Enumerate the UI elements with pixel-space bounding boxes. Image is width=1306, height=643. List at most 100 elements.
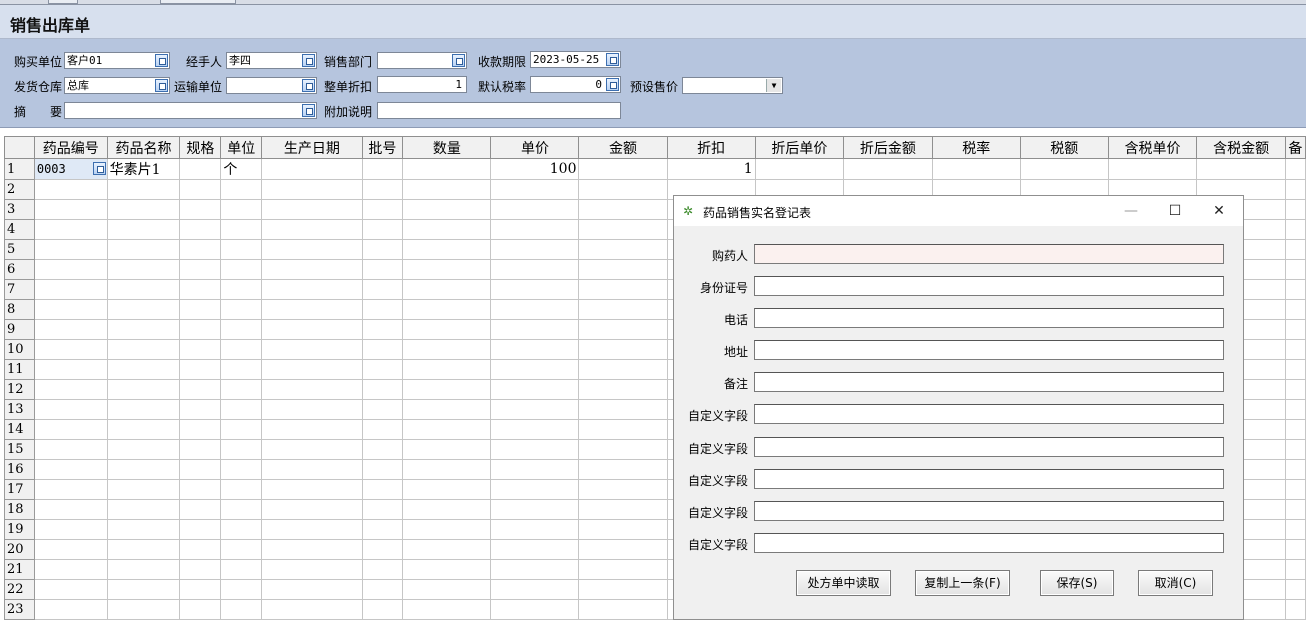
grid-cell[interactable]	[33, 179, 108, 200]
grid-cell[interactable]	[402, 399, 492, 420]
column-header[interactable]: 数量	[402, 136, 492, 159]
grid-cell[interactable]	[402, 219, 492, 240]
carrier-field[interactable]	[226, 77, 317, 94]
grid-cell[interactable]	[1284, 239, 1306, 260]
grid-cell[interactable]	[106, 599, 181, 620]
column-header[interactable]: 折扣	[666, 136, 756, 159]
grid-cell[interactable]	[261, 419, 363, 440]
grid-cell[interactable]	[220, 499, 263, 520]
grid-cell[interactable]	[1284, 399, 1306, 420]
grid-cell[interactable]	[220, 399, 263, 420]
grid-cell[interactable]	[179, 479, 222, 500]
grid-cell[interactable]	[578, 599, 668, 620]
grid-cell[interactable]	[578, 259, 668, 280]
grid-cell[interactable]	[220, 379, 263, 400]
grid-cell[interactable]	[261, 539, 363, 560]
grid-cell[interactable]	[578, 359, 668, 380]
grid-cell[interactable]	[361, 299, 404, 320]
column-header[interactable]: 税率	[931, 136, 1021, 159]
field-input[interactable]	[754, 340, 1224, 360]
grid-cell[interactable]	[261, 339, 363, 360]
grid-cell[interactable]	[578, 179, 668, 200]
grid-cell[interactable]	[261, 179, 363, 200]
grid-cell[interactable]	[361, 479, 404, 500]
grid-cell[interactable]	[578, 519, 668, 540]
grid-cell[interactable]	[361, 459, 404, 480]
column-header[interactable]: 单位	[220, 136, 263, 159]
field-input[interactable]	[754, 404, 1224, 424]
grid-cell[interactable]	[490, 219, 580, 240]
cancel-button[interactable]: 取消(C)	[1138, 570, 1213, 596]
field-input[interactable]	[754, 244, 1224, 264]
lookup-icon[interactable]	[606, 78, 619, 91]
grid-cell[interactable]	[106, 339, 181, 360]
grid-cell[interactable]	[490, 179, 580, 200]
grid-cell[interactable]	[261, 599, 363, 620]
grid-cell[interactable]	[1284, 279, 1306, 300]
grid-cell[interactable]	[33, 259, 108, 280]
field-input[interactable]	[754, 437, 1224, 457]
grid-cell[interactable]	[578, 539, 668, 560]
handler-field[interactable]: 李四	[226, 52, 317, 69]
grid-cell[interactable]	[261, 439, 363, 460]
grid-cell[interactable]	[179, 179, 222, 200]
grid-cell[interactable]	[578, 239, 668, 260]
grid-cell[interactable]	[578, 219, 668, 240]
warehouse-field[interactable]: 总库	[64, 77, 170, 94]
grid-cell[interactable]	[361, 199, 404, 220]
grid-cell[interactable]	[402, 158, 492, 180]
grid-cell[interactable]	[578, 339, 668, 360]
grid-cell[interactable]	[578, 199, 668, 220]
preset-price-select[interactable]: ▼	[682, 77, 783, 94]
field-input[interactable]	[754, 501, 1224, 521]
tab-stub[interactable]	[160, 0, 236, 4]
maximize-button[interactable]: ☐	[1155, 199, 1195, 223]
grid-cell[interactable]	[33, 419, 108, 440]
grid-cell[interactable]	[361, 519, 404, 540]
grid-cell[interactable]	[179, 359, 222, 380]
grid-cell[interactable]	[1284, 319, 1306, 340]
grid-cell[interactable]	[179, 239, 222, 260]
grid-cell[interactable]	[490, 599, 580, 620]
grid-cell[interactable]	[261, 158, 363, 180]
grid-cell[interactable]	[754, 158, 845, 180]
grid-cell[interactable]	[220, 359, 263, 380]
column-header[interactable]: 药品编号	[33, 136, 108, 159]
grid-cell[interactable]	[33, 459, 108, 480]
grid-cell[interactable]: 100	[490, 158, 580, 180]
grid-cell[interactable]	[106, 559, 181, 580]
grid-cell[interactable]	[179, 279, 222, 300]
grid-cell[interactable]	[402, 439, 492, 460]
grid-cell[interactable]	[179, 499, 222, 520]
grid-cell[interactable]	[33, 379, 108, 400]
grid-cell[interactable]	[1284, 599, 1306, 620]
grid-cell[interactable]	[843, 158, 933, 180]
grid-cell[interactable]	[490, 479, 580, 500]
grid-cell[interactable]	[106, 279, 181, 300]
grid-cell[interactable]	[931, 158, 1021, 180]
chevron-down-icon[interactable]: ▼	[766, 79, 781, 92]
column-header[interactable]: 规格	[179, 136, 222, 159]
column-header[interactable]: 税额	[1019, 136, 1109, 159]
buyer-field[interactable]: 客户01	[64, 52, 170, 69]
grid-cell[interactable]	[220, 239, 263, 260]
grid-cell[interactable]	[361, 499, 404, 520]
grid-cell[interactable]	[402, 599, 492, 620]
due-date-field[interactable]: 2023-05-25	[530, 51, 621, 68]
grid-cell[interactable]	[220, 599, 263, 620]
grid-cell[interactable]	[1284, 559, 1306, 580]
grid-cell[interactable]	[361, 399, 404, 420]
grid-cell[interactable]	[33, 519, 108, 540]
grid-cell[interactable]: 个	[220, 158, 263, 180]
grid-cell[interactable]	[179, 519, 222, 540]
grid-cell[interactable]	[179, 158, 222, 180]
column-header[interactable]: 备	[1284, 136, 1306, 159]
grid-cell[interactable]	[578, 319, 668, 340]
grid-cell[interactable]	[361, 158, 404, 180]
column-header[interactable]: 金额	[578, 136, 668, 159]
grid-cell[interactable]	[1284, 499, 1306, 520]
grid-cell[interactable]	[106, 379, 181, 400]
grid-cell[interactable]	[33, 579, 108, 600]
grid-cell[interactable]	[220, 219, 263, 240]
grid-cell[interactable]	[578, 279, 668, 300]
